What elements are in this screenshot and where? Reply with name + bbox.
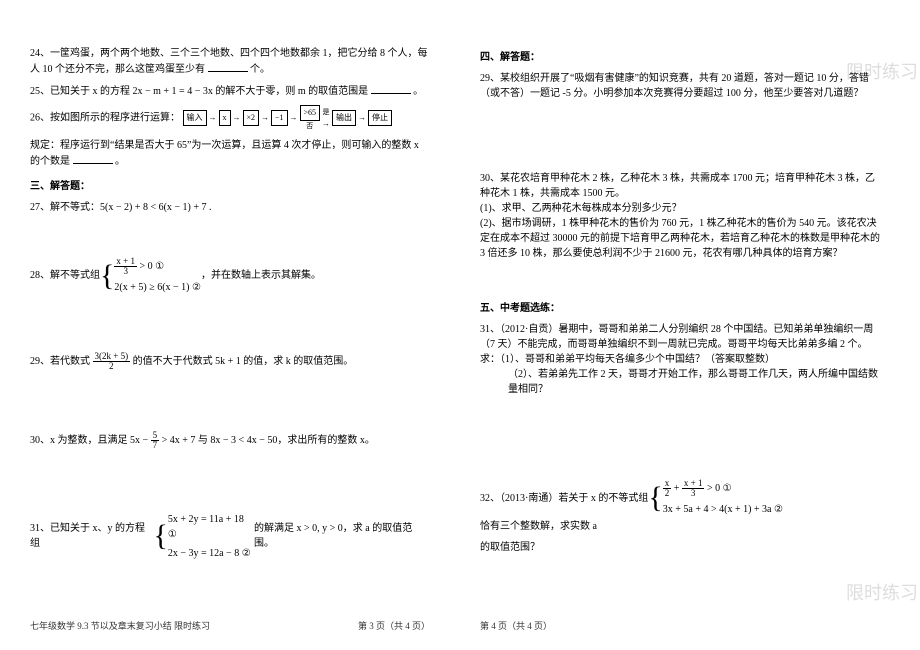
- system-28: { x + 1 3 > 0 ① 2(x + 5) ≥ 6(x − 1) ②: [100, 255, 201, 297]
- q31r-a: 31、（2012·自贡）暑期中，哥哥和弟弟二人分别编织 28 个中国结。已知弟弟…: [480, 322, 880, 352]
- frac-den: 3: [121, 267, 130, 276]
- q29-text-a: 29、若代数式: [30, 355, 90, 366]
- footer-right-page: 第 4 页（共 4 页）: [480, 619, 880, 632]
- page-3: 24、一筐鸡蛋，两个两个地数、三个三个地数、四个四个地数都余 1，把它分给 8 …: [10, 0, 450, 650]
- q25-blank: [371, 83, 411, 94]
- question-30: 30、x 为整数，且满足 5x − 5 7 > 4x + 7 与 8x − 3 …: [30, 431, 430, 450]
- q30r-a: 30、某花农培育甲种花木 2 株，乙种花木 3 株，共需成本 1700 元；培育…: [480, 171, 880, 201]
- arrow-icon: →: [261, 112, 269, 124]
- question-24: 24、一筐鸡蛋，两个两个地数、三个三个地数、四个四个地数都余 1，把它分给 8 …: [30, 46, 430, 77]
- arrow-icon: →: [358, 112, 366, 124]
- frac-32b: x + 1 3: [682, 479, 705, 498]
- sys28-row2: 2(x + 5) ≥ 6(x − 1) ②: [114, 280, 201, 295]
- flow-stop: 停止: [368, 110, 392, 126]
- frac-32a: x 2: [663, 479, 672, 498]
- sys32-row1: x 2 + x + 1 3 > 0 ①: [663, 479, 783, 498]
- question-28: 28、解不等式组 { x + 1 3 > 0 ① 2(x + 5) ≥ 6(x …: [30, 255, 430, 297]
- q24-blank: [208, 61, 248, 72]
- brace-icon: {: [648, 477, 662, 519]
- flow-yes: 是: [323, 107, 330, 118]
- section-3-title: 三、解答题：: [30, 179, 430, 194]
- question-29: 29、若代数式 3(2k + 5) 2 的值不大于代数式 5k + 1 的值，求…: [30, 352, 430, 371]
- arrow-icon: →: [209, 112, 217, 124]
- question-32: 32、（2013·南通）若关于 x 的不等式组 { x 2 + x + 1 3 …: [480, 477, 880, 534]
- flow-output: 输出: [332, 110, 356, 126]
- q31r-b: 求：（1）、哥哥和弟弟平均每天各编多少个中国结？（答案取整数）: [480, 352, 880, 367]
- question-31r: 31、（2012·自贡）暑期中，哥哥和弟弟二人分别编织 28 个中国结。已知弟弟…: [480, 322, 880, 397]
- brace-icon: {: [153, 510, 167, 563]
- sys31-row2: 2x − 3y = 12a − 8 ②: [168, 546, 254, 561]
- question-31: 31、已知关于 x、y 的方程组 { 5x + 2y = 11a + 18 ① …: [30, 510, 430, 563]
- footer-page: 第 3 页（共 4 页）: [358, 619, 430, 632]
- question-26: 26、按如图所示的程序进行运算： 输入 → x → ×2 → −1 → >65 …: [30, 105, 430, 132]
- q24-unit: 个。: [250, 64, 270, 75]
- frac-den: 7: [151, 441, 160, 450]
- page-4: 四、解答题： 29、某校组织开展了“吸烟有害健康”的知识竞赛，共有 20 道题，…: [460, 0, 900, 650]
- frac-den: 3: [689, 489, 698, 498]
- frac-30: 5 7: [151, 431, 160, 450]
- sys31-row1: 5x + 2y = 11a + 18 ①: [168, 512, 254, 542]
- question-30r: 30、某花农培育甲种花木 2 株，乙种花木 3 株，共需成本 1700 元；培育…: [480, 171, 880, 261]
- q32-text-b: 恰有三个整数解，求实数 a: [480, 519, 597, 534]
- q26-blank: [73, 153, 113, 164]
- flow-compare: >65: [300, 105, 321, 121]
- footer-title: 七年级数学 9.3 节以及章末复习小结 限时练习: [30, 619, 210, 632]
- q31-text-b: 的解满足 x > 0, y > 0，求 a 的取值范围。: [254, 521, 430, 551]
- sys28-rest: > 0 ①: [139, 260, 164, 271]
- q28-text-b: ，并在数轴上表示其解集。: [201, 268, 321, 283]
- question-27: 27、解不等式：5(x − 2) + 8 < 6(x − 1) + 7 .: [30, 200, 430, 215]
- sys32-row1-rest: > 0 ①: [707, 483, 732, 494]
- q25-text: 25、已知关于 x 的方程 2x − m + 1 = 4 − 3x 的解不大于零…: [30, 86, 368, 97]
- flow-sub: −1: [271, 110, 288, 126]
- arrow-icon: →: [322, 118, 330, 130]
- brace-icon: {: [100, 255, 114, 297]
- flowchart: 输入 → x → ×2 → −1 → >65 否 是 → 输出 → 停止: [183, 105, 393, 132]
- question-29r: 29、某校组织开展了“吸烟有害健康”的知识竞赛，共有 20 道题，答对一题记 1…: [480, 71, 880, 101]
- frac-num: 3(2k + 5): [93, 352, 131, 362]
- q31r-c: （2）、若弟弟先工作 2 天，哥哥才开始工作，那么哥哥工作几天，两人所编中国结数…: [480, 367, 880, 397]
- q25-end: 。: [413, 86, 423, 97]
- sys28-row1: x + 1 3 > 0 ①: [114, 257, 201, 276]
- q31-text-a: 31、已知关于 x、y 的方程组: [30, 521, 153, 551]
- frac-den: 2: [107, 362, 116, 371]
- sys32-row2: 3x + 5a + 4 > 4(x + 1) + 3a ②: [663, 502, 783, 517]
- question-25: 25、已知关于 x 的方程 2x − m + 1 = 4 − 3x 的解不大于零…: [30, 83, 430, 99]
- q26-text-a: 26、按如图所示的程序进行运算：: [30, 113, 180, 124]
- q30r-b: (1)、求甲、乙两种花木每株成本分别多少元？: [480, 201, 880, 216]
- footer-left-page: 七年级数学 9.3 节以及章末复习小结 限时练习 第 3 页（共 4 页）: [30, 619, 430, 632]
- flow-input: 输入: [183, 110, 207, 126]
- q30r-c: (2)、据市场调研，1 株甲种花木的售价为 760 元，1 株乙种花木的售价为 …: [480, 216, 880, 261]
- q32-text-c: 的取值范围？: [480, 540, 880, 555]
- q32-text-a: 32、（2013·南通）若关于 x 的不等式组: [480, 491, 648, 506]
- section-5-title: 五、中考题选练：: [480, 301, 880, 316]
- q28-text-a: 28、解不等式组: [30, 268, 100, 283]
- flow-mul: ×2: [243, 110, 260, 126]
- flow-x: x: [219, 110, 231, 126]
- arrow-icon: →: [290, 112, 298, 124]
- q29-text-b: 的值不大于代数式 5k + 1 的值，求 k 的取值范围。: [133, 355, 354, 366]
- frac-29: 3(2k + 5) 2: [93, 352, 131, 371]
- frac-num: 5: [151, 431, 160, 441]
- q30-text-b: > 4x + 7 与 8x − 3 < 4x − 50，求出所有的整数 x。: [162, 434, 375, 445]
- system-31: { 5x + 2y = 11a + 18 ① 2x − 3y = 12a − 8…: [153, 510, 254, 563]
- frac-28-1: x + 1 3: [114, 257, 137, 276]
- q26-end: 。: [115, 156, 125, 167]
- section-4-title: 四、解答题：: [480, 50, 880, 65]
- frac-num: x + 1: [114, 257, 137, 267]
- plus: +: [674, 483, 680, 494]
- arrow-icon: →: [233, 112, 241, 124]
- frac-den: 2: [663, 489, 672, 498]
- q30-text-a: 30、x 为整数，且满足 5x −: [30, 434, 148, 445]
- question-26b: 规定：程序运行到“结果是否大于 65”为一次运算，且运算 4 次才停止，则可输入…: [30, 138, 430, 169]
- system-32: { x 2 + x + 1 3 > 0 ① 3x + 5a + 4 > 4: [648, 477, 783, 519]
- footer-page: 第 4 页（共 4 页）: [480, 619, 552, 632]
- flow-no: 否: [306, 121, 313, 132]
